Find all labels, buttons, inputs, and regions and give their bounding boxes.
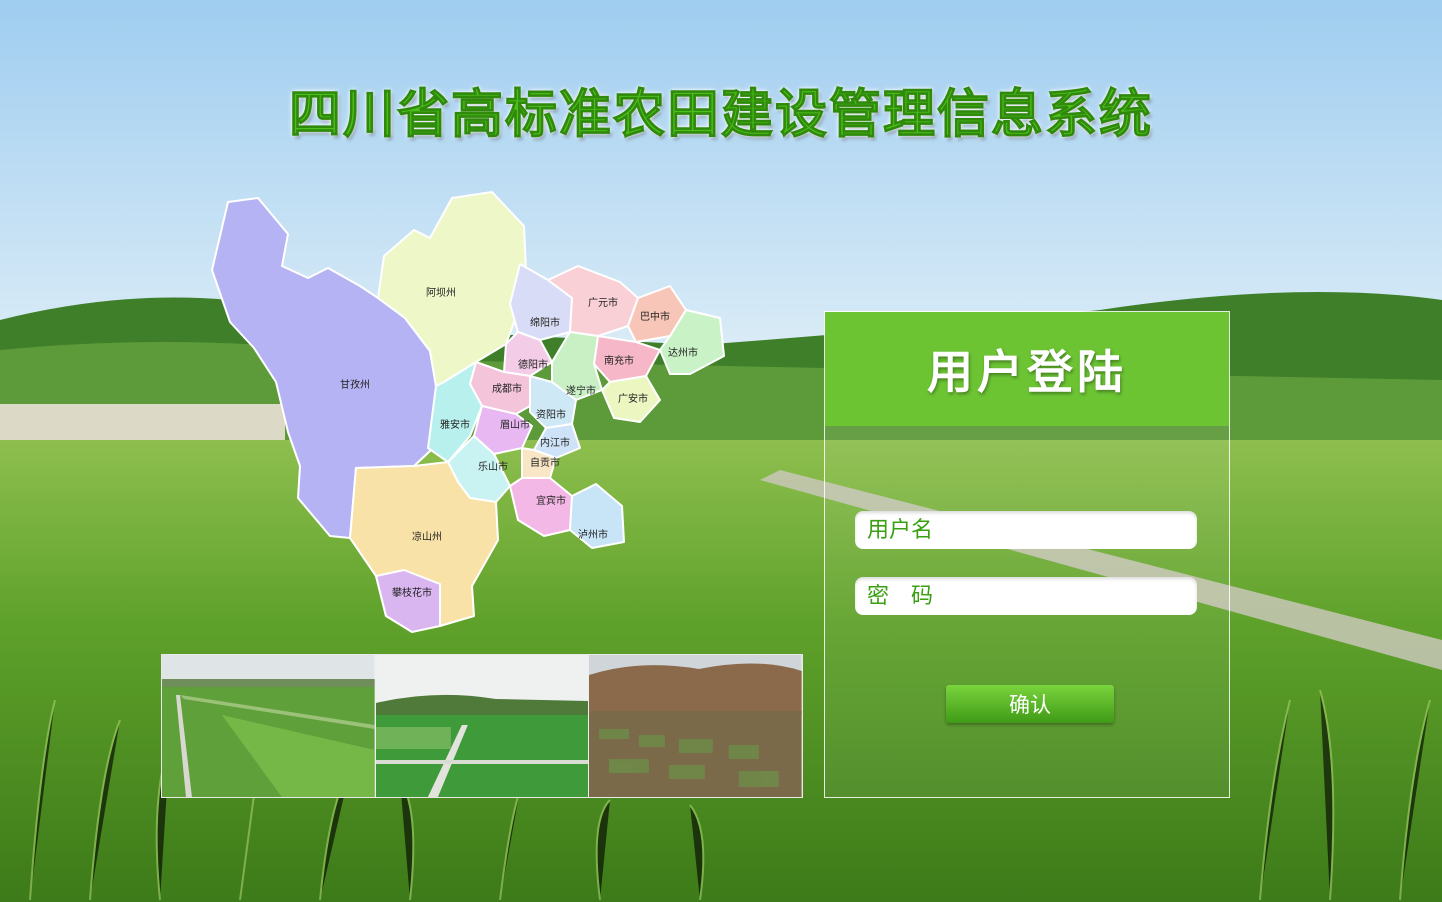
map-label: 自贡市: [530, 456, 560, 469]
map-label: 眉山市: [500, 418, 530, 431]
login-panel: 用户登陆 确认: [824, 311, 1230, 798]
map-label: 成都市: [492, 382, 522, 395]
confirm-button[interactable]: 确认: [946, 685, 1114, 723]
login-heading: 用户登陆: [927, 345, 1127, 399]
map-label: 遂宁市: [566, 384, 596, 397]
map-label: 泸州市: [578, 528, 608, 541]
username-input[interactable]: [855, 511, 1197, 549]
rice-field-photo-1[interactable]: [162, 655, 375, 797]
region-panzhihua[interactable]: [375, 569, 441, 633]
terraced-fields-photo[interactable]: [588, 655, 803, 797]
region-yibin[interactable]: [509, 477, 573, 537]
rice-field-photo-2[interactable]: [374, 655, 589, 797]
map-label: 宜宾市: [536, 494, 566, 507]
map-label: 阿坝州: [426, 287, 456, 299]
map-label: 德阳市: [518, 358, 548, 371]
map-label: 南充市: [604, 354, 634, 367]
map-label: 乐山市: [478, 460, 508, 473]
photo-gallery: [161, 654, 803, 798]
map-label: 雅安市: [440, 418, 470, 431]
map-label: 达州市: [668, 346, 698, 359]
map-label: 内江市: [540, 436, 570, 449]
map-label: 巴中市: [640, 310, 670, 323]
sichuan-map: 甘孜州 阿坝州 绵阳市 广元市 巴中市 达州市 南充市 德阳市 成都市 遂宁市 …: [211, 191, 725, 633]
map-label: 资阳市: [536, 408, 566, 421]
map-label: 甘孜州: [340, 378, 370, 391]
page-title: 四川省高标准农田建设管理信息系统: [288, 85, 1153, 146]
login-header: 用户登陆: [825, 312, 1229, 426]
map-label: 绵阳市: [530, 316, 560, 329]
password-input[interactable]: [855, 577, 1197, 615]
map-label: 广安市: [618, 392, 648, 405]
map-label: 攀枝花市: [392, 586, 432, 599]
map-label: 凉山州: [412, 530, 442, 543]
map-label: 广元市: [588, 296, 618, 309]
